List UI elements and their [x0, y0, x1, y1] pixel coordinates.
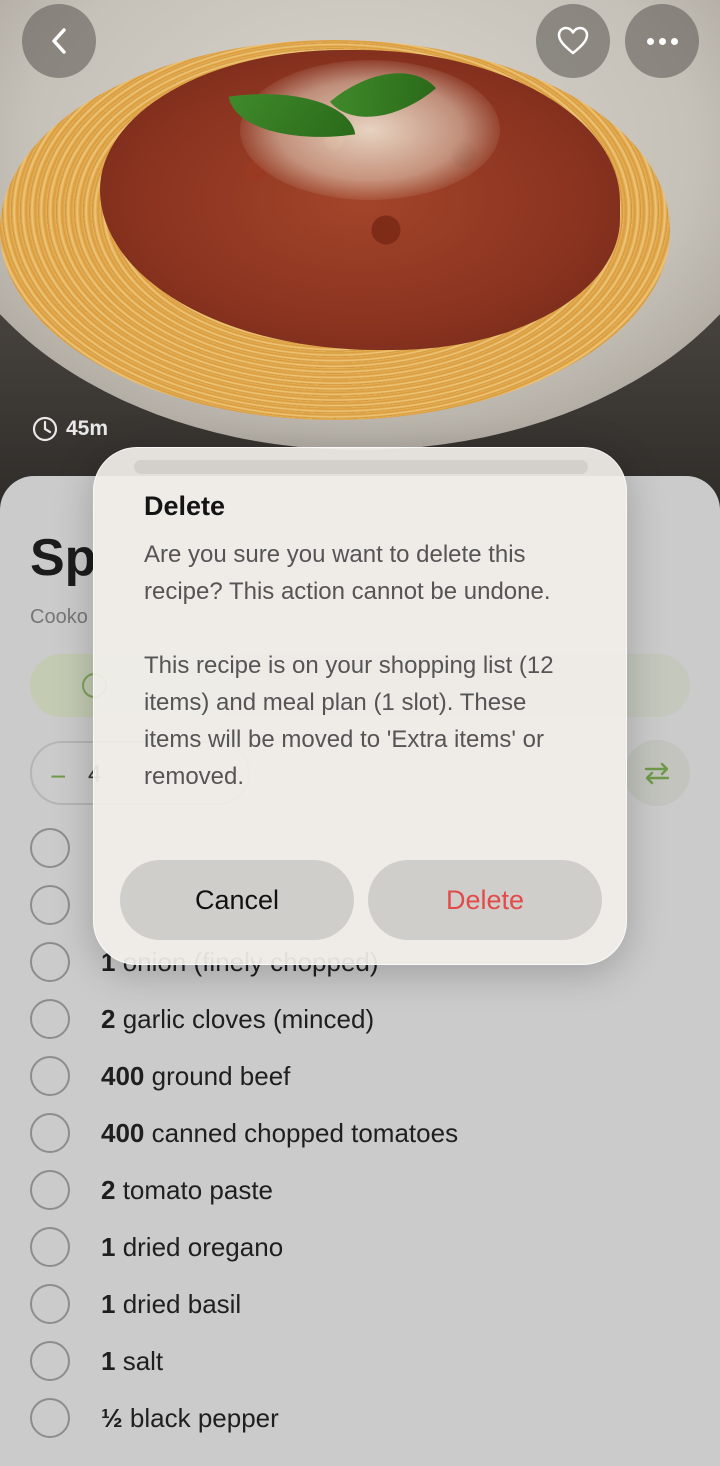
list-item[interactable]: 1 dried oregano: [0, 1227, 720, 1284]
ingredient-qty: 2: [101, 1004, 116, 1034]
cook-time-badge: 45m: [32, 416, 108, 442]
checkbox[interactable]: [30, 1398, 70, 1438]
ingredient-text: ½ black pepper: [101, 1403, 279, 1434]
dialog-header-blur: [134, 460, 588, 474]
ingredient-text: 1 dried basil: [101, 1289, 241, 1320]
more-options-button[interactable]: [625, 4, 699, 78]
ingredient-text: 400 ground beef: [101, 1061, 290, 1092]
checkbox[interactable]: [30, 942, 70, 982]
dialog-detail: This recipe is on your shopping list (12…: [144, 652, 554, 790]
back-button[interactable]: [22, 4, 96, 78]
ingredient-qty: ½: [101, 1403, 123, 1433]
checkbox[interactable]: [30, 1284, 70, 1324]
checkbox[interactable]: [30, 1170, 70, 1210]
list-item[interactable]: 400 ground beef: [0, 1056, 720, 1113]
ingredient-qty: 2: [101, 1175, 116, 1205]
list-item[interactable]: 1 salt: [0, 1341, 720, 1398]
checkbox[interactable]: [30, 1113, 70, 1153]
checkbox[interactable]: [30, 1227, 70, 1267]
ingredient-text: 2 garlic cloves (minced): [101, 1004, 374, 1035]
ingredient-name: dried oregano: [115, 1232, 284, 1262]
swap-icon: [644, 762, 670, 785]
list-item[interactable]: 2 tomato paste: [0, 1170, 720, 1227]
ingredient-text: 1 salt: [101, 1346, 163, 1377]
clock-icon: [32, 416, 58, 442]
list-item[interactable]: 400 canned chopped tomatoes: [0, 1113, 720, 1170]
list-item[interactable]: 2 garlic cloves (minced): [0, 999, 720, 1056]
checkbox[interactable]: [30, 1056, 70, 1096]
cancel-button[interactable]: Cancel: [120, 860, 354, 940]
heart-icon: [557, 26, 589, 55]
ingredient-qty: 1: [101, 1346, 116, 1376]
ingredient-name: salt: [115, 1346, 164, 1376]
more-icon: [646, 37, 678, 45]
recipe-hero-image: 45m: [0, 0, 720, 520]
ingredient-name: canned chopped tomatoes: [144, 1118, 459, 1148]
ingredient-qty: 1: [101, 1289, 116, 1319]
checkbox[interactable]: [30, 999, 70, 1039]
dialog-message: Are you sure you want to delete this rec…: [144, 541, 551, 605]
checkbox[interactable]: [30, 1341, 70, 1381]
delete-button[interactable]: Delete: [368, 860, 602, 940]
ingredient-text: 2 tomato paste: [101, 1175, 273, 1206]
ingredient-qty: 1: [101, 1232, 116, 1262]
ingredient-name: black pepper: [122, 1403, 279, 1433]
cook-time-text: 45m: [66, 417, 109, 440]
ingredient-qty: 400: [101, 1061, 145, 1091]
dialog-title: Delete: [144, 491, 226, 521]
recipe-subtitle: Cooko: [30, 606, 88, 628]
decrease-servings-button[interactable]: −: [50, 761, 66, 793]
ingredient-qty: 400: [101, 1118, 145, 1148]
ingredient-text: 1 dried oregano: [101, 1232, 283, 1263]
dialog-body: Are you sure you want to delete this rec…: [144, 536, 584, 795]
checkbox[interactable]: [30, 885, 70, 925]
swap-units-button[interactable]: [624, 740, 690, 806]
ingredient-name: ground beef: [144, 1061, 291, 1091]
ingredient-name: dried basil: [115, 1289, 242, 1319]
list-item[interactable]: ½ black pepper: [0, 1398, 720, 1455]
ingredient-text: 400 canned chopped tomatoes: [101, 1118, 458, 1149]
ingredient-name: garlic cloves (minced): [115, 1004, 375, 1034]
recipe-title: Sp: [30, 529, 97, 587]
list-item[interactable]: 1 dried basil: [0, 1284, 720, 1341]
ingredient-name: tomato paste: [115, 1175, 274, 1205]
favorite-button[interactable]: [536, 4, 610, 78]
delete-confirmation-dialog: Delete Are you sure you want to delete t…: [93, 447, 627, 965]
checkbox[interactable]: [30, 828, 70, 868]
back-icon: [52, 28, 66, 54]
